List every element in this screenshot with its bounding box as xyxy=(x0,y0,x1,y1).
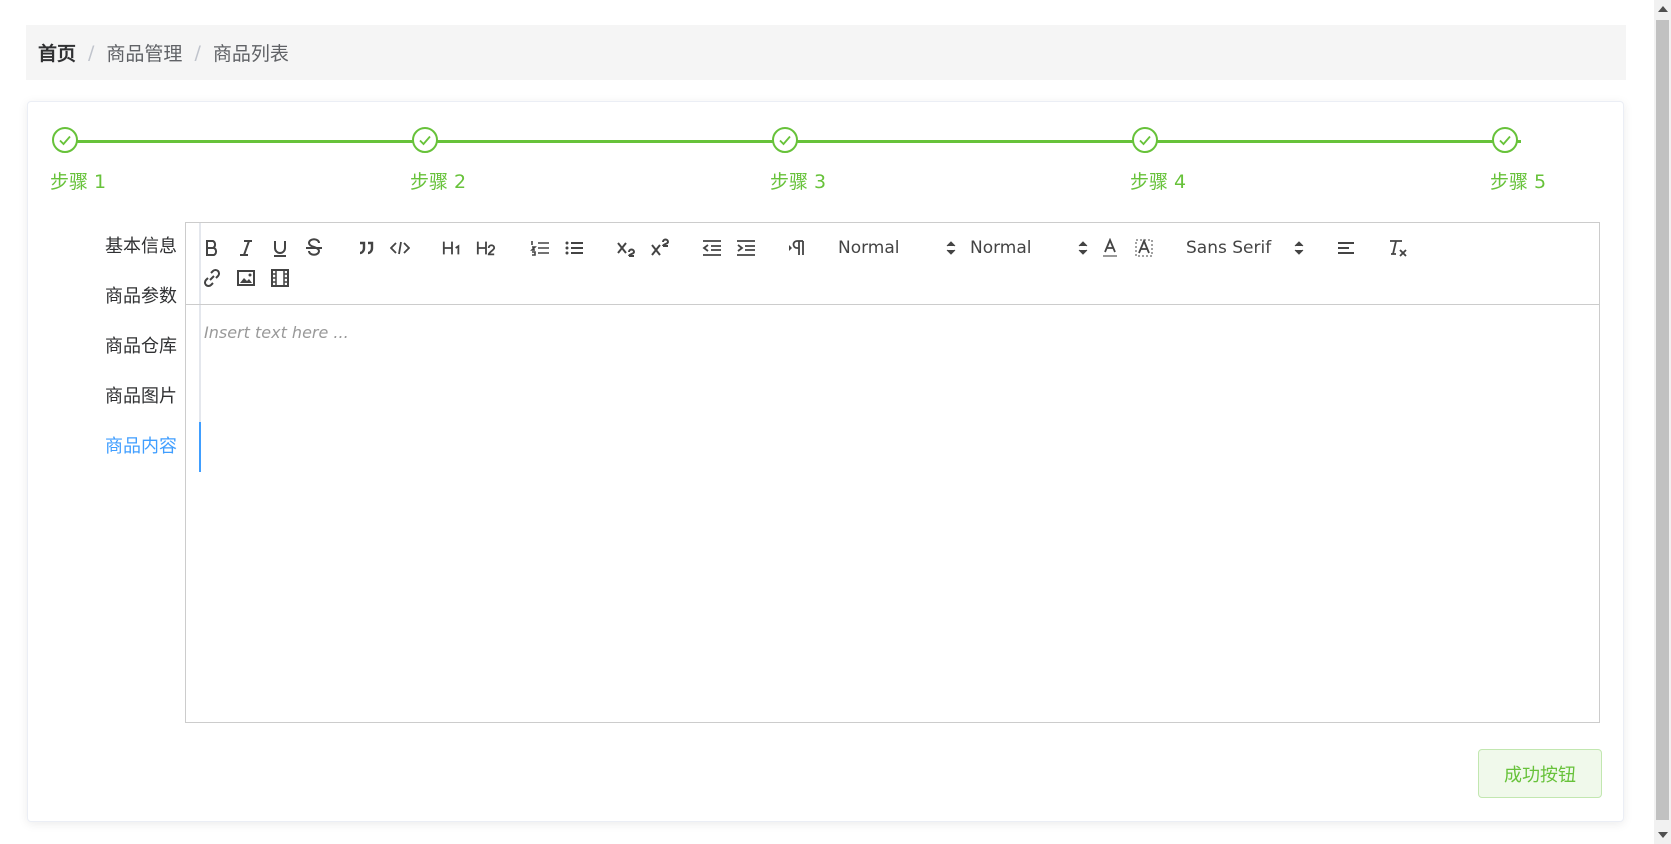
breadcrumb-goods-list: 商品列表 xyxy=(212,43,289,65)
bold-icon[interactable] xyxy=(198,235,226,261)
tab-basic-info[interactable]: 基本信息 xyxy=(68,222,199,272)
editor-toolbar: Normal Normal Sans Serif xyxy=(186,223,1599,305)
step-label: 步骤 3 xyxy=(770,171,827,193)
scroll-down-arrow-icon[interactable] xyxy=(1658,832,1668,838)
step-label: 步骤 4 xyxy=(1130,171,1187,193)
code-block-icon[interactable] xyxy=(386,235,414,261)
content-card: 步骤 1 步骤 2 步骤 3 步骤 4 步骤 5 基本信息 商品参数 商品仓库 … xyxy=(27,101,1624,822)
image-icon[interactable] xyxy=(232,265,260,291)
blockquote-icon[interactable] xyxy=(352,235,380,261)
font-color-icon[interactable] xyxy=(1096,235,1124,261)
link-icon[interactable] xyxy=(198,265,226,291)
step-label: 步骤 1 xyxy=(50,171,107,193)
step-label: 步骤 2 xyxy=(410,171,467,193)
breadcrumb-home[interactable]: 首页 xyxy=(38,39,76,66)
scroll-up-arrow-icon[interactable] xyxy=(1658,6,1668,12)
h1-icon[interactable] xyxy=(438,235,466,261)
bullet-list-icon[interactable] xyxy=(560,235,588,261)
step-3: 步骤 3 xyxy=(770,127,826,193)
tab-goods-warehouse[interactable]: 商品仓库 xyxy=(68,322,199,372)
underline-icon[interactable] xyxy=(266,235,294,261)
step-1: 步骤 1 xyxy=(50,127,106,193)
ordered-list-icon[interactable] xyxy=(526,235,554,261)
step-check-icon xyxy=(1492,127,1518,153)
tab-goods-images[interactable]: 商品图片 xyxy=(68,372,199,422)
step-check-icon xyxy=(1132,127,1158,153)
size-picker-label: Normal xyxy=(970,238,1032,258)
step-check-icon xyxy=(52,127,78,153)
tab-goods-content[interactable]: 商品内容 xyxy=(68,422,201,472)
indent-icon[interactable] xyxy=(732,235,760,261)
header-picker-label: Normal xyxy=(838,238,900,258)
breadcrumb-separator: / xyxy=(88,41,95,64)
breadcrumb-goods-management[interactable]: 商品管理 xyxy=(106,39,182,66)
step-4: 步骤 4 xyxy=(1130,127,1186,193)
step-check-icon xyxy=(772,127,798,153)
step-label: 步骤 5 xyxy=(1490,171,1547,193)
vertical-tabs: 基本信息 商品参数 商品仓库 商品图片 商品内容 xyxy=(68,222,201,472)
picker-arrows-icon xyxy=(1294,241,1304,255)
rich-text-editor: Normal Normal Sans Serif Insert text her… xyxy=(185,222,1600,723)
breadcrumb-separator: / xyxy=(194,41,201,64)
header-picker[interactable]: Normal xyxy=(838,235,956,261)
superscript-icon[interactable] xyxy=(646,235,674,261)
breadcrumb: 首页 / 商品管理 / 商品列表 xyxy=(26,25,1626,80)
step-5: 步骤 5 xyxy=(1490,127,1546,193)
video-icon[interactable] xyxy=(266,265,294,291)
font-picker[interactable]: Sans Serif xyxy=(1186,235,1304,261)
background-color-icon[interactable] xyxy=(1130,235,1158,261)
align-icon[interactable] xyxy=(1332,235,1360,261)
page-scrollbar[interactable] xyxy=(1654,0,1671,844)
step-2: 步骤 2 xyxy=(410,127,466,193)
italic-icon[interactable] xyxy=(232,235,260,261)
tab-goods-params[interactable]: 商品参数 xyxy=(68,272,199,322)
step-check-icon xyxy=(412,127,438,153)
subscript-icon[interactable] xyxy=(612,235,640,261)
h2-icon[interactable] xyxy=(472,235,500,261)
steps-progress-line xyxy=(77,140,1521,143)
rtl-direction-icon[interactable] xyxy=(784,235,812,261)
strike-icon[interactable] xyxy=(300,235,328,261)
scrollbar-thumb[interactable] xyxy=(1656,20,1669,820)
clean-format-icon[interactable] xyxy=(1384,235,1412,261)
editor-content[interactable]: Insert text here ... xyxy=(204,323,349,342)
picker-arrows-icon xyxy=(946,241,956,255)
steps-bar: 步骤 1 步骤 2 步骤 3 步骤 4 步骤 5 xyxy=(28,102,1623,202)
picker-arrows-icon xyxy=(1078,241,1088,255)
success-button[interactable]: 成功按钮 xyxy=(1478,749,1602,798)
outdent-icon[interactable] xyxy=(698,235,726,261)
font-picker-label: Sans Serif xyxy=(1186,238,1272,258)
size-picker[interactable]: Normal xyxy=(970,235,1088,261)
